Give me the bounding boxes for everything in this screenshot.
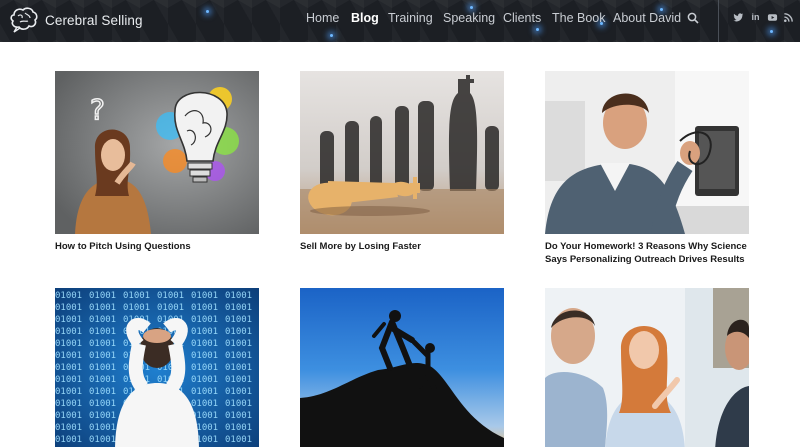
nav-speaking[interactable]: Speaking	[443, 11, 495, 25]
nav-blog[interactable]: Blog	[351, 11, 379, 25]
search-icon[interactable]	[687, 12, 699, 24]
post-thumbnail[interactable]	[545, 71, 749, 234]
climbers-silhouette-image	[300, 288, 504, 447]
site-header: Cerebral Selling Home Blog Training Spea…	[0, 0, 800, 42]
nav-about-david[interactable]: About David	[613, 11, 681, 25]
header-glow-dot	[206, 10, 209, 13]
post-thumbnail[interactable]	[545, 288, 749, 447]
post-title[interactable]: Sell More by Losing Faster	[300, 240, 504, 253]
post-title[interactable]: Do Your Homework! 3 Reasons Why Science …	[545, 240, 749, 266]
twitter-icon[interactable]	[733, 12, 744, 23]
post-thumbnail[interactable]	[300, 71, 504, 234]
post-thumbnail[interactable]	[300, 288, 504, 447]
brand-home-link[interactable]: Cerebral Selling	[8, 5, 143, 35]
header-glow-dot	[536, 28, 539, 31]
youtube-icon[interactable]	[767, 12, 778, 23]
rss-icon[interactable]	[783, 12, 794, 23]
header-divider	[718, 0, 719, 42]
header-glow-dot	[470, 6, 473, 9]
nav-training[interactable]: Training	[388, 11, 433, 25]
post-title[interactable]: How to Pitch Using Questions	[55, 240, 259, 253]
svg-text:?: ?	[90, 93, 105, 126]
brain-logo-icon	[10, 7, 38, 33]
post-thumbnail[interactable]: 01001	[55, 288, 259, 447]
header-glow-dot	[770, 30, 773, 33]
linkedin-icon[interactable]: in	[750, 12, 761, 23]
man-binary-wall-image: 01001	[55, 288, 259, 447]
business-meeting-image	[545, 288, 749, 447]
nav-the-book[interactable]: The Book	[552, 11, 606, 25]
man-at-computer-image	[545, 71, 749, 234]
header-glow-dot	[330, 34, 333, 37]
woman-lightbulb-doodle-image: ?	[55, 71, 259, 234]
post-thumbnail[interactable]: ?	[55, 71, 259, 234]
brand-name: Cerebral Selling	[45, 12, 143, 28]
nav-clients[interactable]: Clients	[503, 11, 541, 25]
nav-home[interactable]: Home	[306, 11, 339, 25]
fallen-chess-king-image	[300, 71, 504, 234]
